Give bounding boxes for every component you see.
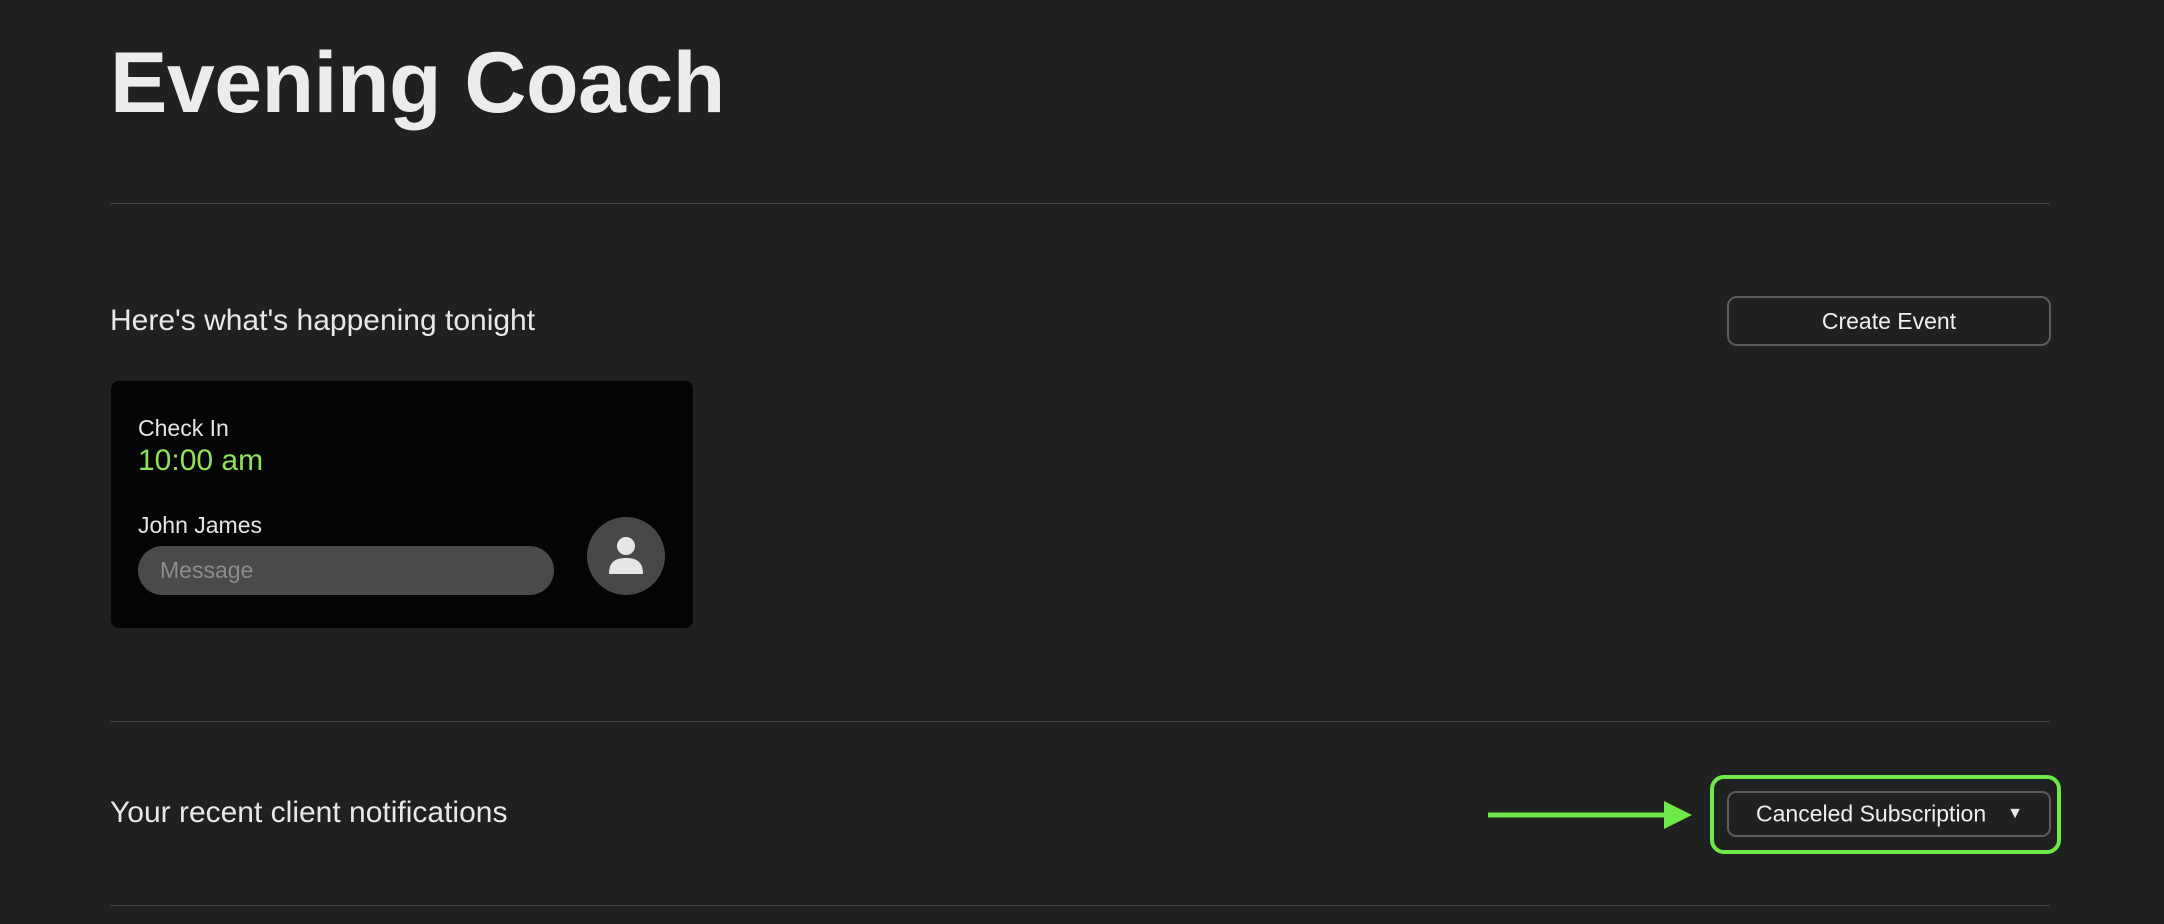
bottom-divider <box>110 905 2050 906</box>
arrow-right-icon <box>1488 801 1692 829</box>
avatar[interactable] <box>587 517 665 595</box>
page: Evening Coach Here's what's happening to… <box>0 0 2164 924</box>
event-type-label: Check In <box>138 415 229 441</box>
message-input[interactable] <box>138 546 554 595</box>
tonight-heading: Here's what's happening tonight <box>110 304 536 337</box>
notification-filter-dropdown[interactable]: Canceled Subscription ▼ <box>1727 791 2051 837</box>
section-divider <box>110 721 2050 722</box>
header-divider <box>110 203 2050 204</box>
user-icon <box>609 537 643 574</box>
event-time: 10:00 am <box>138 444 264 477</box>
event-card[interactable]: Check In 10:00 am John James <box>111 381 693 628</box>
chevron-down-icon: ▼ <box>2007 805 2023 822</box>
filter-selected-value: Canceled Subscription <box>1756 800 1987 827</box>
create-event-button[interactable]: Create Event <box>1727 296 2051 346</box>
page-title: Evening Coach <box>110 35 725 131</box>
client-name: John James <box>138 512 263 538</box>
notifications-heading: Your recent client notifications <box>110 796 508 829</box>
